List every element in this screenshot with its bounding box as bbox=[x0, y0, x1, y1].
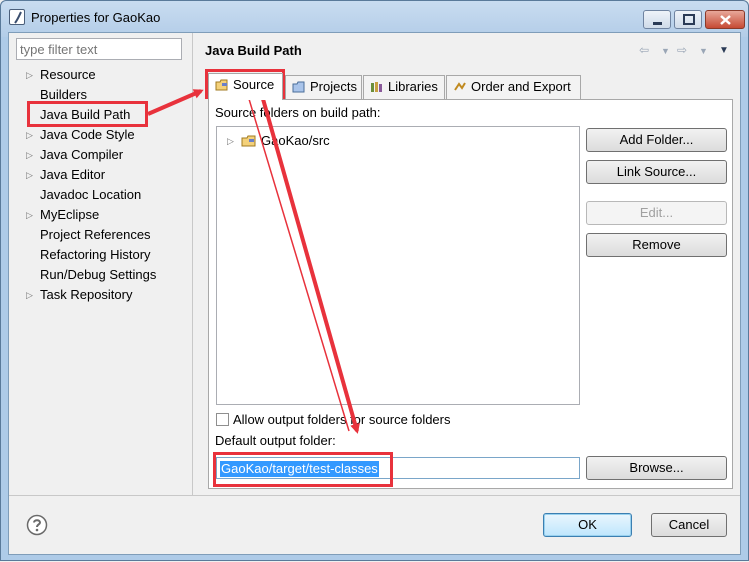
tab-label: Source bbox=[233, 77, 275, 92]
tree-item-refactoring-history[interactable]: Refactoring History bbox=[9, 245, 193, 265]
tab-label: Projects bbox=[310, 79, 357, 94]
ok-button[interactable]: OK bbox=[543, 513, 632, 537]
tree-item-label: Run/Debug Settings bbox=[40, 267, 157, 282]
window-title: Properties for GaoKao bbox=[31, 10, 161, 25]
page-title: Java Build Path bbox=[205, 43, 302, 58]
tab-libraries[interactable]: Libraries bbox=[363, 75, 445, 99]
default-output-label: Default output folder: bbox=[215, 433, 336, 448]
tab-source[interactable]: Source bbox=[208, 73, 283, 100]
tree-item-label: Java Editor bbox=[40, 167, 106, 182]
tree-item-label: Task Repository bbox=[40, 287, 133, 302]
tree-item-label: Refactoring History bbox=[40, 247, 151, 262]
tree-item-label: Resource bbox=[40, 67, 96, 82]
tree-item-label: Javadoc Location bbox=[40, 187, 142, 202]
allow-output-checkbox[interactable] bbox=[216, 413, 229, 426]
pane-divider[interactable] bbox=[192, 33, 193, 495]
tree-item-resource[interactable]: ▷ Resource bbox=[9, 65, 193, 85]
source-folder-label: GaoKao/src bbox=[261, 133, 330, 148]
view-menu-icon[interactable]: ▼ bbox=[719, 45, 729, 56]
history-nav: ⇦ ▼ ⇨ ▼ ▼ bbox=[639, 43, 739, 59]
tab-projects[interactable]: Projects bbox=[285, 75, 362, 99]
tab-label: Libraries bbox=[388, 79, 438, 94]
tree-item-label: Java Compiler bbox=[40, 147, 124, 162]
edit-button[interactable]: Edit... bbox=[586, 201, 727, 225]
expand-arrow-icon[interactable]: ▷ bbox=[26, 285, 36, 305]
expand-arrow-icon[interactable]: ▷ bbox=[26, 145, 36, 165]
tree-item-myeclipse[interactable]: ▷ MyEclipse bbox=[9, 205, 193, 225]
annotation-box-java-build-path bbox=[27, 101, 148, 127]
tree-item-java-code-style[interactable]: ▷ Java Code Style bbox=[9, 125, 193, 145]
back-arrow-icon[interactable]: ⇦ bbox=[639, 43, 649, 57]
footer-divider bbox=[9, 495, 740, 496]
tree-item-javadoc-location[interactable]: Javadoc Location bbox=[9, 185, 193, 205]
maximize-button[interactable] bbox=[674, 10, 702, 29]
allow-output-label: Allow output folders for source folders bbox=[233, 412, 451, 427]
library-icon bbox=[371, 82, 382, 92]
dialog-window: Properties for GaoKao ▷ Resource Builder… bbox=[0, 0, 749, 561]
cancel-button[interactable]: Cancel bbox=[651, 513, 727, 537]
tab-label: Order and Export bbox=[471, 79, 571, 94]
tab-order-and-export[interactable]: Order and Export bbox=[446, 75, 581, 99]
minimize-button[interactable] bbox=[643, 10, 671, 29]
expand-arrow-icon[interactable]: ▷ bbox=[26, 205, 36, 225]
order-export-icon bbox=[454, 82, 466, 91]
close-button[interactable] bbox=[705, 10, 745, 29]
app-icon bbox=[9, 9, 25, 25]
forward-menu-icon[interactable]: ▼ bbox=[699, 46, 708, 56]
expand-arrow-icon[interactable]: ▷ bbox=[26, 65, 36, 85]
source-folders-label: Source folders on build path: bbox=[215, 105, 381, 120]
forward-arrow-icon[interactable]: ⇨ bbox=[677, 43, 687, 57]
browse-button[interactable]: Browse... bbox=[586, 456, 727, 480]
tree-item-label: MyEclipse bbox=[40, 207, 100, 222]
add-folder-button[interactable]: Add Folder... bbox=[586, 128, 727, 152]
tree-item-task-repository[interactable]: ▷ Task Repository bbox=[9, 285, 193, 305]
tree-item-label: Project References bbox=[40, 227, 151, 242]
source-folder-icon bbox=[215, 79, 228, 91]
help-icon[interactable] bbox=[26, 514, 48, 536]
filter-input[interactable] bbox=[16, 38, 182, 60]
remove-button[interactable]: Remove bbox=[586, 233, 727, 257]
link-source-button[interactable]: Link Source... bbox=[586, 160, 727, 184]
tree-item-run-debug-settings[interactable]: Run/Debug Settings bbox=[9, 265, 193, 285]
tree-item-label: Java Code Style bbox=[40, 127, 135, 142]
expand-arrow-icon[interactable]: ▷ bbox=[26, 125, 36, 145]
tree-item-java-editor[interactable]: ▷ Java Editor bbox=[9, 165, 193, 185]
project-folder-icon bbox=[292, 81, 305, 93]
expand-arrow-icon[interactable]: ▷ bbox=[26, 165, 36, 185]
package-folder-icon bbox=[241, 135, 256, 147]
annotation-box-output-folder bbox=[213, 452, 393, 487]
tree-item-java-compiler[interactable]: ▷ Java Compiler bbox=[9, 145, 193, 165]
tree-item-project-references[interactable]: Project References bbox=[9, 225, 193, 245]
back-menu-icon[interactable]: ▼ bbox=[661, 46, 670, 56]
source-folders-tree[interactable]: ▷ GaoKao/src bbox=[216, 126, 580, 405]
expand-arrow-icon[interactable]: ▷ bbox=[227, 132, 234, 150]
